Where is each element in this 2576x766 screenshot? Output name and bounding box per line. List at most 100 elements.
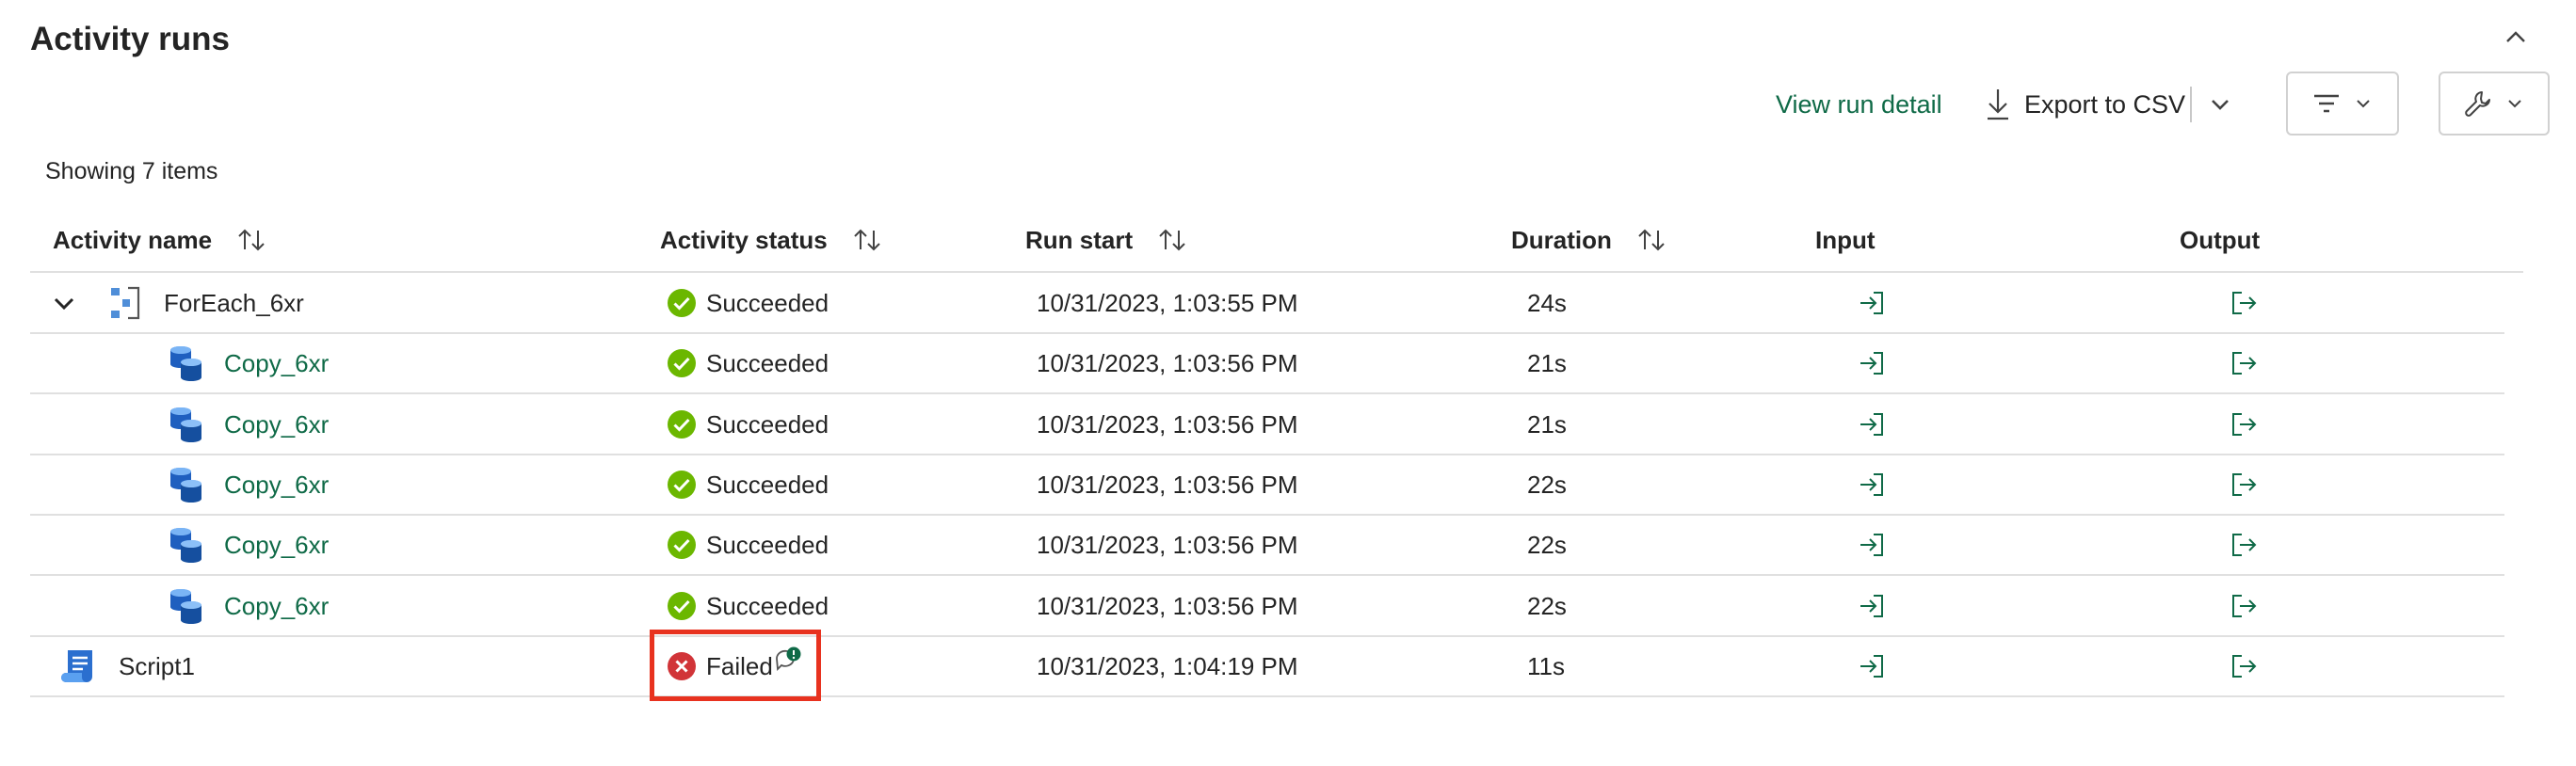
status-text: Succeeded [706, 348, 829, 377]
run-start: 10/31/2023, 1:03:56 PM [1037, 470, 1298, 499]
table-row[interactable]: Script1 Failed 10/31/2023, 1:04:19 PM 11s [30, 636, 2504, 696]
export-csv-button[interactable]: Export to CSV [1985, 85, 2185, 124]
duration: 22s [1527, 470, 1567, 499]
run-start: 10/31/2023, 1:03:56 PM [1037, 591, 1298, 620]
output-icon[interactable] [2230, 333, 2258, 393]
download-icon [1985, 88, 2024, 121]
column-header-label: Duration [1511, 225, 1612, 254]
item-count: Showing 7 items [45, 158, 218, 184]
chevron-up-icon[interactable] [2501, 23, 2531, 53]
duration: 22s [1527, 591, 1567, 620]
activity-name-link[interactable]: Copy_6xr [224, 515, 329, 575]
success-icon [667, 288, 706, 318]
column-header-run-start[interactable]: Run start [1025, 224, 1187, 256]
success-icon [667, 409, 706, 439]
copy-activity-icon [168, 333, 205, 393]
column-header-label: Run start [1025, 225, 1134, 254]
chevron-down-icon [2505, 94, 2524, 113]
status-text: Succeeded [706, 470, 829, 499]
output-icon[interactable] [2230, 455, 2258, 515]
run-start: 10/31/2023, 1:04:19 PM [1037, 651, 1298, 680]
table-row[interactable]: Copy_6xr Succeeded 10/31/2023, 1:03:56 PM 2… [30, 576, 2504, 636]
column-header-duration[interactable]: Duration [1511, 224, 1666, 256]
panel-title: Activity runs [30, 21, 230, 57]
table-row[interactable]: Copy_6xr Succeeded 10/31/2023, 1:03:56 PM 2… [30, 394, 2504, 455]
success-icon [667, 348, 706, 378]
chevron-down-icon [2208, 92, 2232, 117]
output-icon[interactable] [2230, 515, 2258, 575]
view-run-detail-button[interactable]: View run detail [1776, 90, 1942, 120]
success-icon [667, 470, 706, 500]
status-cell: Succeeded [667, 333, 829, 393]
output-icon[interactable] [2230, 394, 2258, 455]
input-icon[interactable] [1858, 273, 1886, 333]
sort-icon[interactable] [1636, 227, 1666, 253]
input-icon[interactable] [1858, 333, 1886, 393]
output-icon[interactable] [2230, 273, 2258, 333]
copy-activity-icon [168, 455, 205, 515]
chevron-down-icon[interactable] [51, 273, 77, 333]
export-csv-label: Export to CSV [2024, 89, 2186, 119]
activity-name: Script1 [119, 651, 195, 680]
status-cell: Succeeded [667, 455, 829, 515]
status-cell: Succeeded [667, 515, 829, 575]
chevron-down-icon [2354, 94, 2373, 113]
duration: 24s [1527, 288, 1567, 317]
input-icon[interactable] [1858, 394, 1886, 455]
run-start: 10/31/2023, 1:03:56 PM [1037, 409, 1298, 439]
column-header-input: Input [1815, 225, 1876, 254]
success-icon [667, 530, 706, 560]
status-text: Succeeded [706, 409, 829, 439]
run-start: 10/31/2023, 1:03:55 PM [1037, 288, 1298, 317]
sort-icon[interactable] [1157, 227, 1187, 253]
copy-activity-icon [168, 394, 205, 455]
input-icon[interactable] [1858, 515, 1886, 575]
run-start: 10/31/2023, 1:03:56 PM [1037, 530, 1298, 559]
input-icon[interactable] [1858, 455, 1886, 515]
column-header-activity-status[interactable]: Activity status [660, 224, 882, 256]
filter-button[interactable] [2286, 72, 2399, 136]
row-divider [30, 695, 2504, 697]
activity-name-link[interactable]: Copy_6xr [224, 455, 329, 515]
activity-name-link[interactable]: Copy_6xr [224, 394, 329, 455]
sort-icon[interactable] [236, 227, 266, 253]
table-row[interactable]: Copy_6xr Succeeded 10/31/2023, 1:03:56 PM 2… [30, 455, 2504, 515]
status-text: Succeeded [706, 288, 829, 317]
status-cell: Succeeded [667, 394, 829, 455]
toolbar-divider [2190, 87, 2192, 122]
script-activity-icon [60, 636, 98, 696]
status-cell: Succeeded [667, 576, 829, 636]
status-cell: Succeeded [667, 273, 829, 333]
duration: 21s [1527, 348, 1567, 377]
table-row[interactable]: Copy_6xr Succeeded 10/31/2023, 1:03:56 PM 2… [30, 515, 2504, 575]
success-icon [667, 591, 706, 621]
column-header-label: Activity status [660, 225, 828, 254]
tools-button[interactable] [2439, 72, 2550, 136]
input-icon[interactable] [1858, 636, 1886, 696]
copy-activity-icon [168, 576, 205, 636]
duration: 22s [1527, 530, 1567, 559]
status-text: Succeeded [706, 530, 829, 559]
wrench-icon [2464, 89, 2492, 118]
activity-name: ForEach_6xr [164, 288, 304, 317]
filter-icon [2312, 92, 2341, 115]
activity-name-link[interactable]: Copy_6xr [224, 576, 329, 636]
table-row[interactable]: Copy_6xr Succeeded 10/31/2023, 1:03:56 PM 2… [30, 333, 2504, 393]
activity-name-link[interactable]: Copy_6xr [224, 333, 329, 393]
foreach-activity-icon [109, 273, 141, 333]
column-header-output: Output [2180, 225, 2261, 254]
column-header-label: Activity name [53, 225, 213, 254]
column-header-activity-name[interactable]: Activity name [53, 224, 266, 256]
failed-status-highlight [650, 630, 821, 701]
copy-activity-icon [168, 515, 205, 575]
table-row[interactable]: ForEach_6xr Succeeded 10/31/2023, 1:03:55 … [30, 273, 2504, 333]
run-start: 10/31/2023, 1:03:56 PM [1037, 348, 1298, 377]
duration: 21s [1527, 409, 1567, 439]
status-text: Succeeded [706, 591, 829, 620]
duration: 11s [1527, 651, 1565, 680]
output-icon[interactable] [2230, 636, 2258, 696]
export-dropdown-button[interactable] [2199, 87, 2241, 122]
sort-icon[interactable] [852, 227, 882, 253]
input-icon[interactable] [1858, 576, 1886, 636]
output-icon[interactable] [2230, 576, 2258, 636]
